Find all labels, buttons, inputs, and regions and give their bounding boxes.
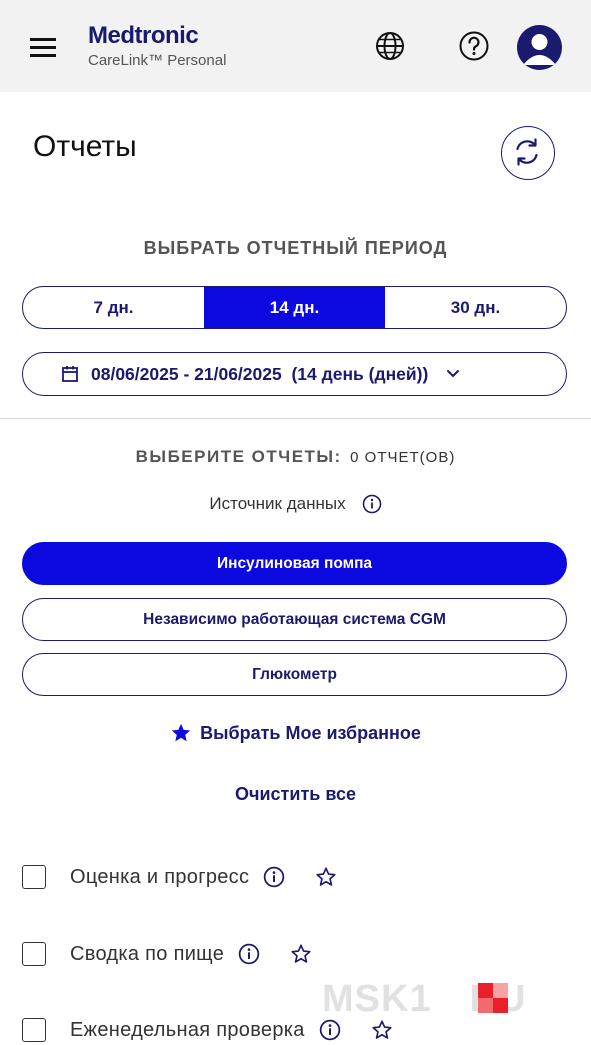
report-label: Оценка и прогресс [70, 865, 250, 888]
report-label: Сводка по пище [70, 942, 225, 965]
data-source-label: Источник данных [209, 494, 346, 513]
chevron-down-icon [447, 370, 460, 378]
select-favorites-label: Выбрать Мое избранное [200, 722, 421, 743]
calendar-icon [62, 366, 78, 382]
star-filled-icon [171, 723, 191, 742]
data-source-row: Источник данных [0, 494, 591, 514]
brand-name: Medtronic [88, 22, 199, 49]
watermark-text-left: MSK1 [322, 978, 432, 1020]
source-standalone-cgm[interactable]: Независимо работающая система CGM [22, 598, 567, 641]
refresh-icon [516, 138, 538, 166]
period-selector: 7 дн. 14 дн. 30 дн. [22, 286, 567, 329]
date-range-text: 08/06/2025 - 21/06/2025 (14 день (дней)) [91, 363, 429, 384]
page-title: Отчеты [33, 130, 137, 163]
source-glucometer[interactable]: Глюкометр [22, 653, 567, 696]
period-option-7[interactable]: 7 дн. [23, 287, 204, 328]
report-checkbox[interactable] [22, 942, 46, 966]
report-checkbox[interactable] [22, 865, 46, 889]
info-icon[interactable] [362, 494, 382, 514]
info-icon[interactable] [263, 866, 285, 888]
globe-icon[interactable] [374, 30, 406, 62]
brand-subtitle: CareLink™ Personal [88, 52, 227, 69]
report-label: Еженедельная проверка [70, 1018, 305, 1041]
period-label: ВЫБРАТЬ ОТЧЕТНЫЙ ПЕРИОД [143, 238, 448, 258]
help-icon[interactable] [458, 30, 490, 62]
select-favorites-link[interactable]: Выбрать Мое избранное [0, 722, 591, 744]
menu-icon[interactable] [30, 38, 56, 58]
brand-logo: Medtronic CareLink™ Personal [88, 22, 226, 69]
report-item: Оценка и прогресс [22, 862, 337, 892]
clear-all-link[interactable]: Очистить все [0, 784, 591, 805]
watermark-logo [478, 983, 508, 1013]
refresh-button[interactable] [501, 126, 555, 180]
section-divider [0, 418, 591, 419]
report-checkbox[interactable] [22, 1018, 46, 1042]
clear-all-label: Очистить все [235, 784, 356, 804]
app-header: Medtronic CareLink™ Personal [0, 0, 591, 92]
star-outline-icon[interactable] [290, 943, 312, 965]
user-avatar[interactable] [517, 25, 562, 70]
star-outline-icon[interactable] [315, 866, 337, 888]
info-icon[interactable] [238, 943, 260, 965]
source-insulin-pump[interactable]: Инсулиновая помпа [22, 542, 567, 585]
choose-reports-heading: ВЫБЕРИТЕ ОТЧЕТЫ: 0 ОТЧЕТ(ОВ) [0, 447, 591, 467]
period-option-30[interactable]: 30 дн. [385, 287, 566, 328]
report-item: Сводка по пище [22, 939, 312, 969]
reports-count: 0 ОТЧЕТ(ОВ) [350, 449, 456, 466]
choose-reports-label: ВЫБЕРИТЕ ОТЧЕТЫ: [135, 447, 342, 466]
user-icon [523, 34, 556, 65]
period-option-14[interactable]: 14 дн. [204, 287, 385, 328]
date-range-picker[interactable]: 08/06/2025 - 21/06/2025 (14 день (дней)) [22, 352, 567, 396]
